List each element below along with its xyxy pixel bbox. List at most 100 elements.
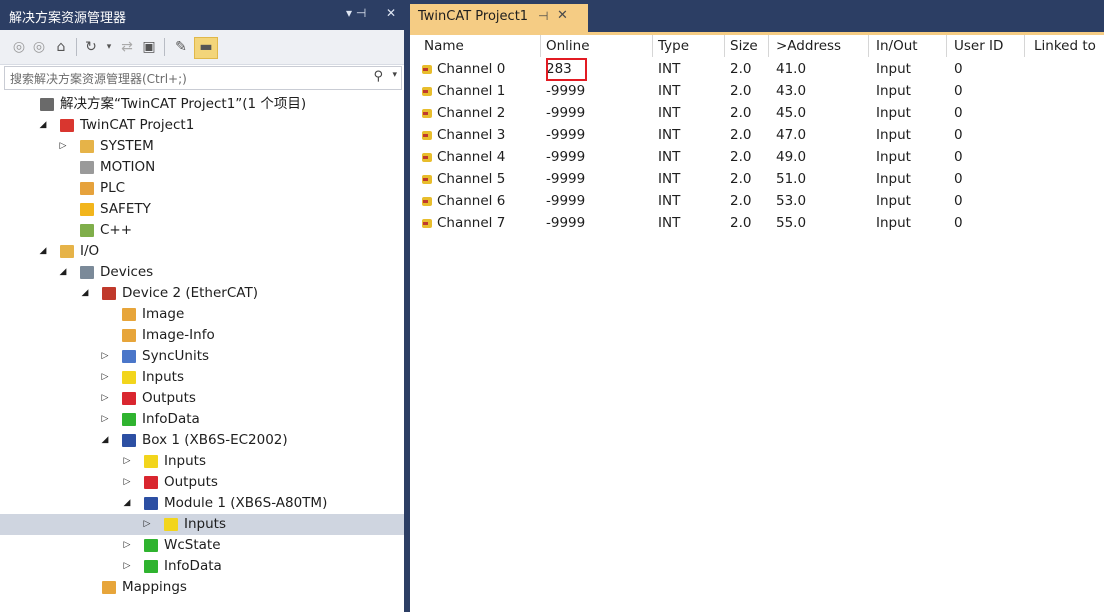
- tree-item[interactable]: ▷ Inputs: [0, 367, 404, 388]
- tree-item[interactable]: ▷ Outputs: [0, 472, 404, 493]
- table-cell: -9999: [546, 83, 586, 99]
- collapse-arrow-icon[interactable]: ◢: [58, 262, 68, 283]
- table-cell: INT: [658, 105, 681, 121]
- collapse-arrow-icon[interactable]: ◢: [100, 430, 110, 451]
- tree-item[interactable]: Image: [0, 304, 404, 325]
- expand-arrow-icon[interactable]: ▷: [122, 472, 132, 493]
- tree-item-label: SYSTEM: [100, 138, 154, 154]
- column-separator[interactable]: [768, 35, 769, 57]
- table-cell: -9999: [546, 215, 586, 231]
- preview-toggle-icon[interactable]: ▬: [194, 37, 218, 59]
- collapse-arrow-icon[interactable]: ◢: [80, 283, 90, 304]
- table-cell: 2.0: [730, 171, 752, 187]
- table-cell: Input: [876, 83, 911, 99]
- tree-item[interactable]: Mappings: [0, 577, 404, 598]
- table-cell: 0: [954, 215, 963, 231]
- table-cell: Channel 3: [437, 127, 506, 143]
- table-row[interactable]: Channel 5 -9999 INT 2.0 51.0 Input 0: [410, 169, 1104, 191]
- column-header[interactable]: >Address: [776, 38, 841, 54]
- panel-pin-icon[interactable]: ▾ ⊣: [346, 6, 366, 20]
- column-separator[interactable]: [946, 35, 947, 57]
- column-separator[interactable]: [540, 35, 541, 57]
- collapse-all-icon[interactable]: ▣: [140, 38, 158, 56]
- search-options-chevron-down-icon[interactable]: ▾: [392, 70, 397, 80]
- table-row[interactable]: Channel 0 283 INT 2.0 41.0 Input 0: [410, 58, 1104, 81]
- column-separator[interactable]: [724, 35, 725, 57]
- table-cell: -9999: [546, 193, 586, 209]
- tree-item-label: InfoData: [142, 411, 200, 427]
- collapse-arrow-icon[interactable]: ◢: [38, 115, 48, 136]
- tree-item[interactable]: ▷ InfoData: [0, 556, 404, 577]
- tree-item[interactable]: ▷ Outputs: [0, 388, 404, 409]
- tab-pin-icon[interactable]: ⊣: [538, 9, 548, 23]
- table-row[interactable]: Channel 1 -9999 INT 2.0 43.0 Input 0: [410, 81, 1104, 103]
- tree-item[interactable]: C++: [0, 220, 404, 241]
- tree-item[interactable]: SAFETY: [0, 199, 404, 220]
- tab-twincat-project1[interactable]: TwinCAT Project1 ⊣ ✕: [410, 4, 588, 32]
- collapse-arrow-icon[interactable]: ◢: [122, 493, 132, 514]
- inputs-icon: [164, 518, 178, 531]
- box-icon: [122, 434, 136, 447]
- tree-item[interactable]: ▷ Inputs: [0, 514, 404, 535]
- inputs-icon: [144, 455, 158, 468]
- tree-item[interactable]: ◢ I/O: [0, 241, 404, 262]
- collapse-arrow-icon[interactable]: ◢: [38, 241, 48, 262]
- expand-arrow-icon[interactable]: ▷: [100, 367, 110, 388]
- tree-item[interactable]: ▷ Inputs: [0, 451, 404, 472]
- expand-arrow-icon[interactable]: ▷: [100, 409, 110, 430]
- properties-wrench-icon[interactable]: ✎: [172, 38, 190, 56]
- tab-close-icon[interactable]: ✕: [557, 8, 568, 23]
- tree-item[interactable]: ▷ WcState: [0, 535, 404, 556]
- history-dropdown-icon[interactable]: ▾: [100, 38, 118, 56]
- expand-arrow-icon[interactable]: ▷: [142, 514, 152, 535]
- history-icon[interactable]: ↻: [82, 38, 100, 56]
- expand-arrow-icon[interactable]: ▷: [100, 346, 110, 367]
- table-cell: 53.0: [776, 193, 807, 209]
- search-icon[interactable]: ⚲: [373, 69, 383, 84]
- tree-item[interactable]: ◢ Device 2 (EtherCAT): [0, 283, 404, 304]
- home-icon[interactable]: ⌂: [52, 38, 70, 56]
- table-row[interactable]: Channel 6 -9999 INT 2.0 53.0 Input 0: [410, 191, 1104, 213]
- tree-item[interactable]: ◢ Box 1 (XB6S-EC2002): [0, 430, 404, 451]
- tree-item[interactable]: ▷ SyncUnits: [0, 346, 404, 367]
- tree-item[interactable]: ◢ TwinCAT Project1: [0, 115, 404, 136]
- forward-icon[interactable]: ◎: [30, 38, 48, 56]
- column-header[interactable]: Linked to: [1034, 38, 1096, 54]
- tree-item[interactable]: 解决方案“TwinCAT Project1”(1 个项目): [0, 94, 404, 115]
- column-header[interactable]: Size: [730, 38, 758, 54]
- panel-close-icon[interactable]: ✕: [386, 6, 396, 20]
- tree-item[interactable]: ▷ InfoData: [0, 409, 404, 430]
- column-header[interactable]: Type: [658, 38, 689, 54]
- tree-item[interactable]: ◢ Module 1 (XB6S-A80TM): [0, 493, 404, 514]
- expand-arrow-icon[interactable]: ▷: [122, 451, 132, 472]
- expand-arrow-icon[interactable]: ▷: [122, 535, 132, 556]
- table-row[interactable]: Channel 7 -9999 INT 2.0 55.0 Input 0: [410, 213, 1104, 235]
- motion-icon: [80, 161, 94, 174]
- column-header[interactable]: Name: [424, 38, 464, 54]
- column-separator[interactable]: [868, 35, 869, 57]
- tab-label: TwinCAT Project1: [418, 9, 529, 24]
- column-header[interactable]: Online: [546, 38, 590, 54]
- table-cell: Channel 5: [437, 171, 506, 187]
- table-row[interactable]: Channel 4 -9999 INT 2.0 49.0 Input 0: [410, 147, 1104, 169]
- solution-search-input[interactable]: 搜索解决方案资源管理器(Ctrl+;) ⚲ ▾: [4, 66, 402, 90]
- tree-item[interactable]: PLC: [0, 178, 404, 199]
- tree-item[interactable]: ◢ Devices: [0, 262, 404, 283]
- table-cell: 2.0: [730, 215, 752, 231]
- tree-item[interactable]: MOTION: [0, 157, 404, 178]
- expand-arrow-icon[interactable]: ▷: [58, 136, 68, 157]
- table-row[interactable]: Channel 3 -9999 INT 2.0 47.0 Input 0: [410, 125, 1104, 147]
- tree-item[interactable]: Image-Info: [0, 325, 404, 346]
- tree-item[interactable]: ▷ SYSTEM: [0, 136, 404, 157]
- inputs-icon: [122, 371, 136, 384]
- expand-arrow-icon[interactable]: ▷: [100, 388, 110, 409]
- column-header[interactable]: In/Out: [876, 38, 918, 54]
- expand-arrow-icon[interactable]: ▷: [122, 556, 132, 577]
- back-icon[interactable]: ◎: [10, 38, 28, 56]
- image-info-icon: [122, 329, 136, 342]
- table-row[interactable]: Channel 2 -9999 INT 2.0 45.0 Input 0: [410, 103, 1104, 125]
- sync-icon[interactable]: ⇄: [118, 38, 136, 56]
- column-separator[interactable]: [1024, 35, 1025, 57]
- column-header[interactable]: User ID: [954, 38, 1003, 54]
- column-separator[interactable]: [652, 35, 653, 57]
